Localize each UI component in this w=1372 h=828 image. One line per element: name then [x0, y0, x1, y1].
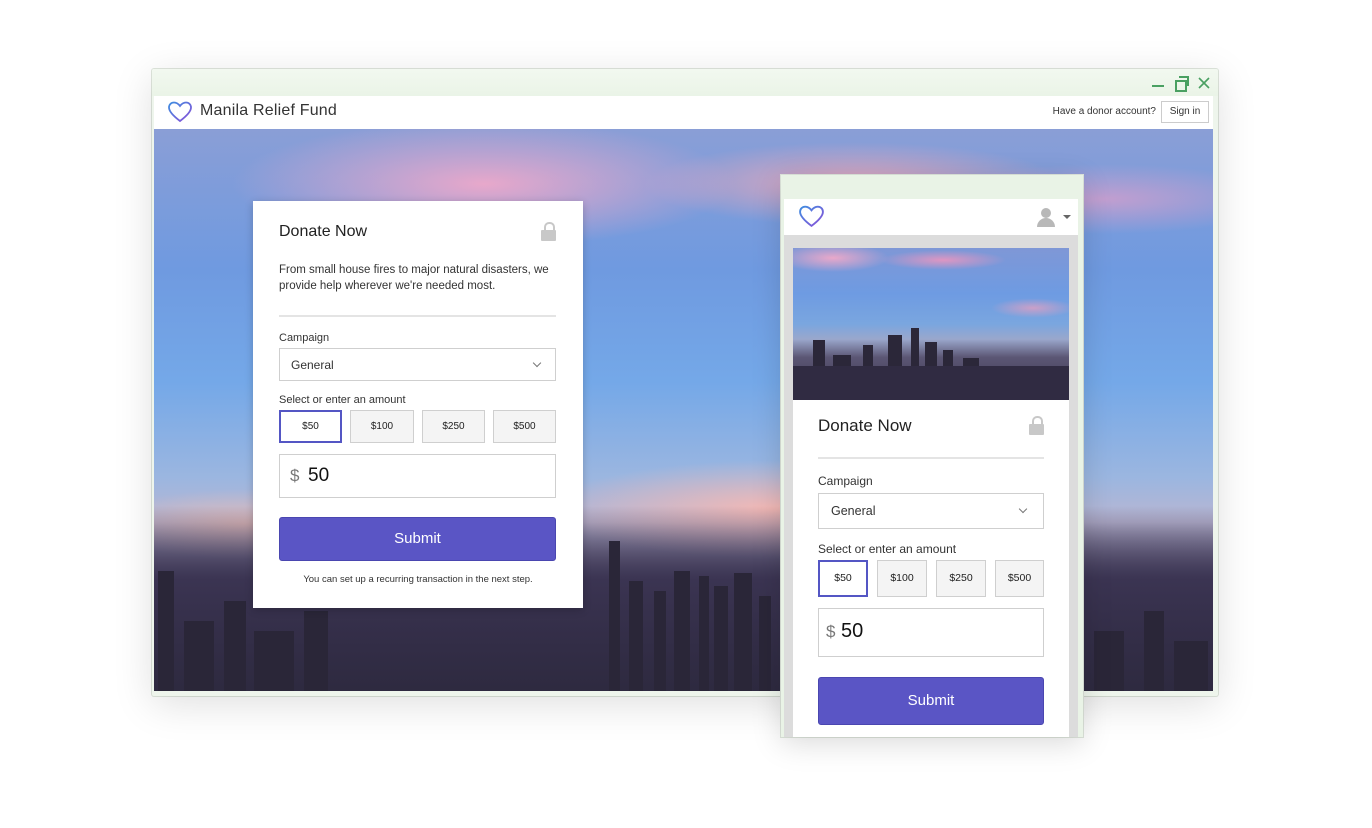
amount-option-500[interactable]: $500: [493, 410, 556, 443]
mobile-campaign-select[interactable]: General: [818, 493, 1044, 529]
campaign-label: Campaign: [279, 332, 330, 344]
amount-option-50[interactable]: $50: [279, 410, 342, 443]
sign-in-button[interactable]: Sign in: [1161, 101, 1209, 123]
mobile-browser-window: Donate Now Campaign General Select or en…: [781, 175, 1083, 737]
mobile-amount-value: 50: [841, 620, 864, 642]
close-icon[interactable]: [1196, 75, 1212, 91]
mobile-amount-option-50[interactable]: $50: [818, 560, 868, 597]
mobile-amount-option-100[interactable]: $100: [877, 560, 927, 597]
donor-account-prompt: Have a donor account?: [1052, 106, 1156, 117]
submit-button[interactable]: Submit: [279, 517, 556, 561]
amount-option-100[interactable]: $100: [350, 410, 414, 443]
restore-icon[interactable]: [1173, 75, 1189, 92]
mobile-campaign-label: Campaign: [818, 474, 873, 488]
chevron-down-icon: [1018, 504, 1028, 514]
mobile-header: [784, 199, 1078, 235]
amount-value: 50: [308, 465, 330, 486]
heart-logo-icon[interactable]: [167, 100, 193, 124]
mobile-donate-card: Donate Now Campaign General Select or en…: [793, 248, 1069, 737]
divider: [279, 315, 556, 317]
chevron-down-icon: [532, 358, 542, 368]
user-avatar-icon[interactable]: [1037, 208, 1057, 228]
recurring-note: You can set up a recurring transaction i…: [303, 574, 533, 585]
donate-form-card: Donate Now From small house fires to maj…: [253, 201, 583, 608]
campaign-value: General: [291, 358, 334, 372]
currency-symbol: $: [290, 466, 300, 485]
mobile-amount-option-250[interactable]: $250: [936, 560, 986, 597]
mobile-campaign-value: General: [831, 504, 876, 518]
window-titlebar: [152, 69, 1218, 96]
site-header: Manila Relief Fund Have a donor account?…: [154, 96, 1213, 129]
heart-logo-icon[interactable]: [798, 204, 825, 229]
mobile-submit-button[interactable]: Submit: [818, 677, 1044, 725]
caret-down-icon[interactable]: [1063, 215, 1071, 219]
mobile-amount-option-500[interactable]: $500: [995, 560, 1044, 597]
minimize-icon[interactable]: [1150, 75, 1166, 91]
currency-symbol: $: [826, 622, 836, 641]
lock-icon: [1029, 416, 1044, 435]
amount-input[interactable]: $ 50: [279, 454, 556, 498]
mobile-amount-label: Select or enter an amount: [818, 542, 957, 556]
divider: [818, 457, 1044, 459]
amount-option-250[interactable]: $250: [422, 410, 485, 443]
amount-label: Select or enter an amount: [279, 394, 406, 406]
donate-title: Donate Now: [279, 223, 368, 240]
mobile-hero-image: [793, 248, 1069, 400]
mobile-amount-input[interactable]: $ 50: [818, 608, 1044, 657]
campaign-select[interactable]: General: [279, 348, 556, 381]
site-title: Manila Relief Fund: [200, 102, 337, 119]
mobile-content: Donate Now Campaign General Select or en…: [784, 235, 1078, 737]
lock-icon: [541, 222, 556, 241]
mobile-donate-title: Donate Now: [818, 416, 912, 435]
donate-description: From small house fires to major natural …: [279, 264, 549, 292]
